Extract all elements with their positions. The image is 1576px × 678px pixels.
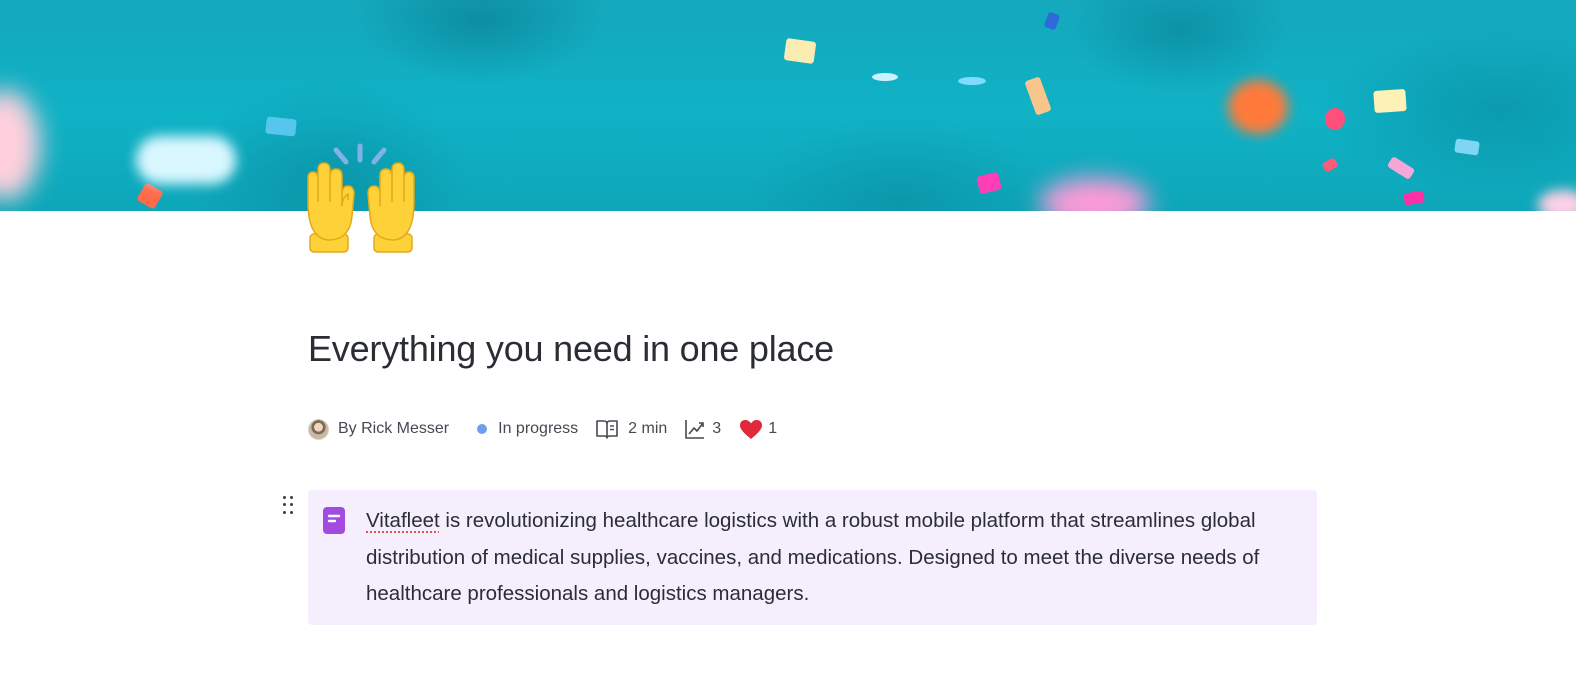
confetti-piece	[265, 116, 297, 137]
cover-image[interactable]	[0, 0, 1576, 211]
confetti-piece	[783, 38, 817, 64]
status-label: In progress	[498, 420, 579, 437]
confetti-piece	[1024, 76, 1052, 116]
confetti-piece	[976, 171, 1002, 195]
confetti-piece	[1325, 108, 1345, 130]
misspelled-word[interactable]: Vitafleet	[366, 509, 440, 532]
views-count: 3	[712, 420, 722, 437]
confetti-piece	[958, 77, 986, 85]
callout-text[interactable]: Vitafleet is revolutionizing healthcare …	[366, 503, 1306, 613]
trending-up-icon	[685, 420, 705, 439]
likes[interactable]: 1	[739, 419, 777, 440]
page-meta: By Rick Messer In progress 2 min 3 1	[308, 416, 795, 442]
document-icon[interactable]	[323, 507, 345, 534]
read-time[interactable]: 2 min	[596, 419, 667, 439]
avatar	[308, 418, 329, 440]
confetti-piece	[1373, 88, 1407, 114]
author-name: By Rick Messer	[338, 420, 450, 437]
confetti-piece	[0, 90, 40, 200]
confetti-piece	[1228, 80, 1288, 134]
confetti-piece	[1403, 190, 1425, 206]
callout-body: is revolutionizing healthcare logistics …	[366, 509, 1260, 605]
raising-hands-icon[interactable]	[302, 142, 420, 258]
block-drag-handle[interactable]	[283, 496, 295, 516]
author[interactable]: By Rick Messer	[308, 418, 450, 440]
page-title[interactable]: Everything you need in one place	[308, 328, 834, 370]
confetti-piece	[872, 73, 898, 81]
confetti-piece	[1043, 11, 1061, 31]
confetti-piece	[136, 136, 236, 184]
read-time-label: 2 min	[628, 420, 668, 437]
confetti-piece	[1386, 156, 1416, 180]
confetti-piece	[1321, 157, 1339, 173]
callout-block[interactable]: Vitafleet is revolutionizing healthcare …	[308, 490, 1317, 625]
book-open-icon	[596, 420, 618, 439]
confetti-piece	[1538, 190, 1576, 211]
status-dot-icon	[477, 424, 488, 434]
confetti-piece	[136, 182, 164, 210]
heart-icon	[740, 419, 763, 439]
confetti-piece	[1040, 178, 1150, 211]
views[interactable]: 3	[685, 419, 721, 439]
confetti-piece	[1454, 138, 1480, 156]
likes-count: 1	[768, 420, 778, 437]
status-badge[interactable]: In progress	[467, 420, 578, 438]
